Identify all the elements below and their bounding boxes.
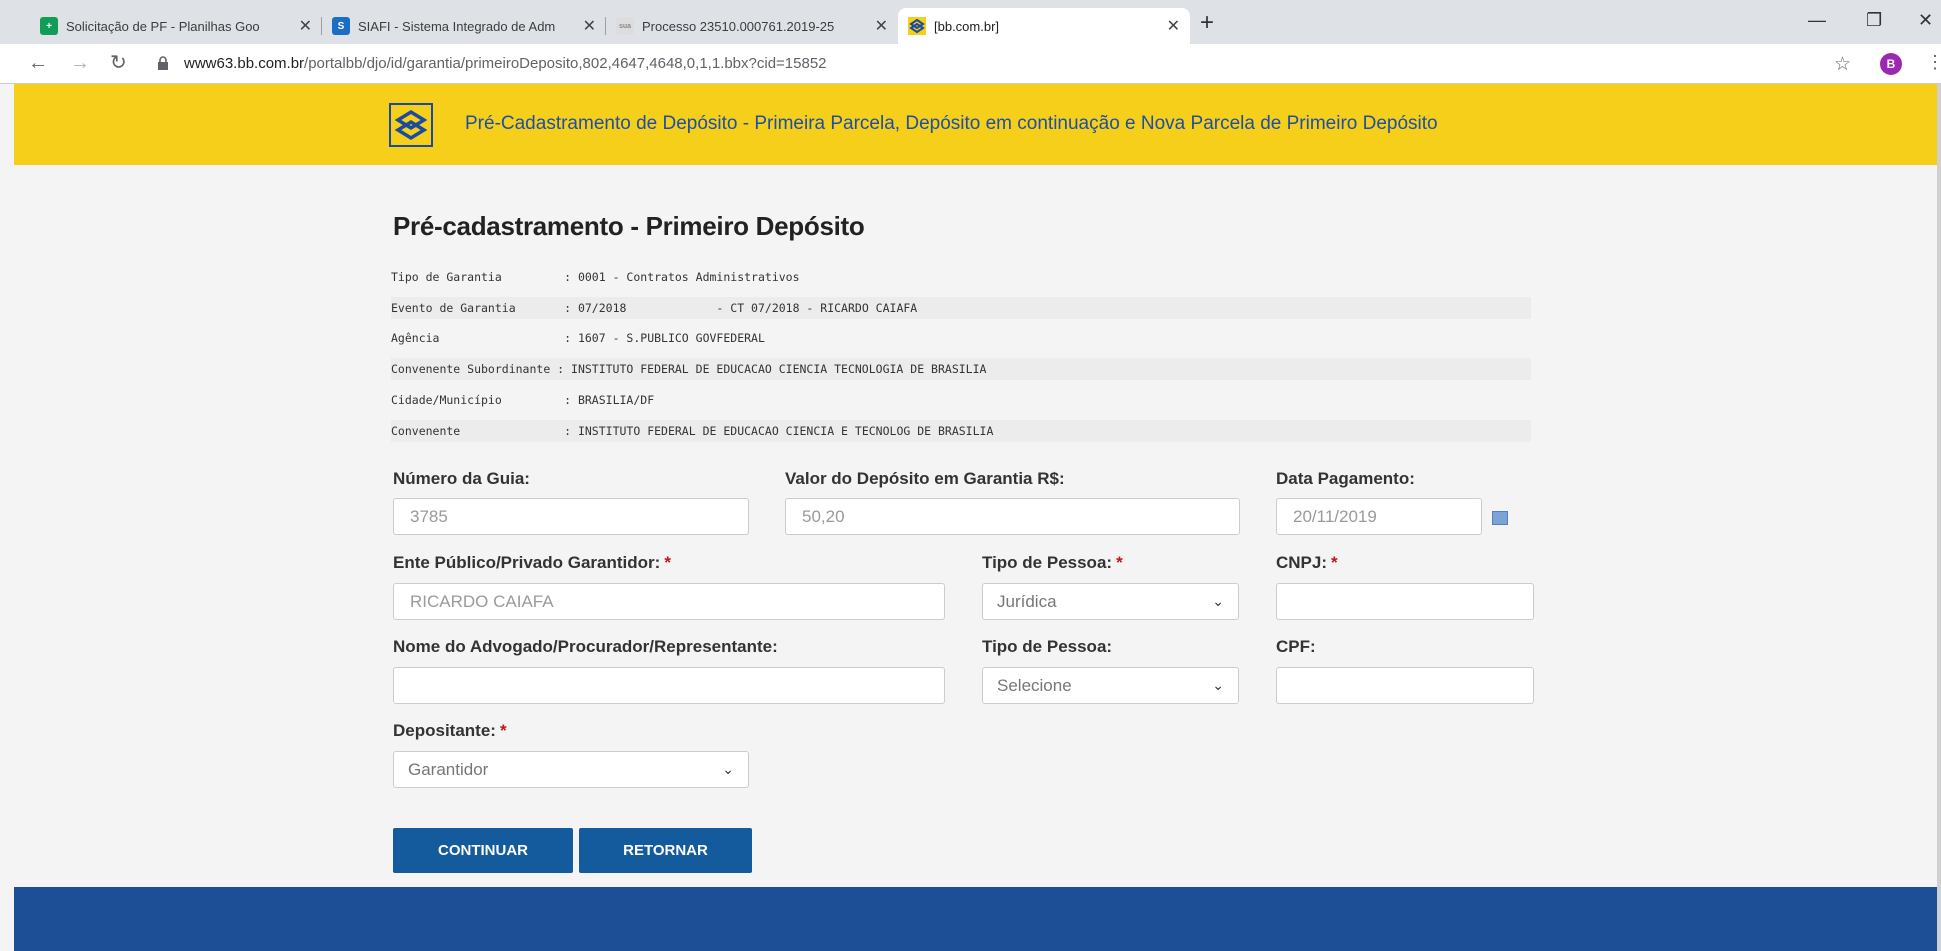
info-value: : 1607 - S.PUBLICO GOVFEDERAL xyxy=(564,331,765,345)
close-window-icon[interactable]: ✕ xyxy=(1918,10,1933,31)
data-pagamento-label: Data Pagamento: xyxy=(1276,469,1415,488)
lock-icon xyxy=(158,56,168,70)
tipo-pessoa-advogado-value: Selecione xyxy=(997,676,1072,695)
close-icon[interactable]: ✕ xyxy=(875,16,888,36)
minimize-icon[interactable]: — xyxy=(1808,10,1826,31)
tab-title: Processo 23510.000761.2019-25 xyxy=(642,18,835,34)
depositante-value: Garantidor xyxy=(408,760,489,779)
browser-tab-bb[interactable]: [bb.com.br] ✕ xyxy=(898,8,1190,44)
info-cidade-municipio: Cidade/Município : BRASILIA/DF xyxy=(391,389,1531,411)
address-bar: ← → ↻ www63.bb.com.br/portalbb/djo/id/ga… xyxy=(0,44,1941,84)
browser-tab-planilhas[interactable]: + Solicitação de PF - Planilhas Goo ✕ xyxy=(30,8,322,44)
depositante-label-text: Depositante: xyxy=(393,721,496,740)
ente-garantidor-label-text: Ente Público/Privado Garantidor: xyxy=(393,553,661,572)
continuar-button[interactable]: CONTINUAR xyxy=(393,828,573,873)
info-agencia: Agência : 1607 - S.PUBLICO GOVFEDERAL xyxy=(391,327,1531,349)
sheets-icon: + xyxy=(40,17,58,35)
browser-tab-siafi[interactable]: S SIAFI - Sistema Integrado de Adm ✕ xyxy=(322,8,606,44)
back-arrow-icon[interactable]: ← xyxy=(28,53,48,73)
info-convenente-subordinante: Convenente Subordinante : INSTITUTO FEDE… xyxy=(391,358,1531,380)
retornar-button[interactable]: RETORNAR xyxy=(579,828,752,873)
info-value: : INSTITUTO FEDERAL DE EDUCACAO CIENCIA … xyxy=(564,424,994,438)
info-label: Convenente xyxy=(391,424,551,438)
valor-deposito-field[interactable]: 50,20 xyxy=(785,498,1240,535)
url-input[interactable]: www63.bb.com.br/portalbb/djo/id/garantia… xyxy=(184,55,827,72)
required-asterisk: * xyxy=(499,721,507,740)
cpf-label: CPF: xyxy=(1276,637,1316,656)
bookmark-star-icon[interactable]: ☆ xyxy=(1834,53,1851,76)
tab-title: [bb.com.br] xyxy=(934,18,1000,34)
scrollbar[interactable] xyxy=(1937,84,1941,951)
tab-title: Solicitação de PF - Planilhas Goo xyxy=(66,18,260,34)
tab-title: SIAFI - Sistema Integrado de Adm xyxy=(358,18,556,34)
page-banner: Pré-Cadastramento de Depósito - Primeira… xyxy=(14,84,1941,165)
tipo-pessoa-label: Tipo de Pessoa: * xyxy=(982,553,1123,573)
tipo-pessoa-advogado-select[interactable]: Selecione ⌄ xyxy=(982,667,1239,704)
valor-deposito-label: Valor do Depósito em Garantia R$: xyxy=(785,469,1065,488)
info-evento-garantia: Evento de Garantia : 07/2018 - CT 07/201… xyxy=(391,297,1531,319)
reload-icon[interactable]: ↻ xyxy=(110,53,127,73)
info-convenente: Convenente : INSTITUTO FEDERAL DE EDUCAC… xyxy=(391,420,1531,442)
forward-arrow-icon[interactable]: → xyxy=(70,53,90,73)
page-footer xyxy=(14,887,1937,951)
calendar-icon[interactable] xyxy=(1492,511,1508,525)
profile-avatar[interactable]: B xyxy=(1880,53,1902,75)
info-value: : 07/2018 - CT 07/2018 - RICARDO CAIAFA xyxy=(564,301,918,315)
siafi-icon: S xyxy=(332,17,350,35)
data-pagamento-field[interactable]: 20/11/2019 xyxy=(1276,498,1482,535)
nome-advogado-field[interactable] xyxy=(393,667,945,704)
url-path: /portalbb/djo/id/garantia/primeiroDeposi… xyxy=(304,55,827,72)
required-asterisk: * xyxy=(664,553,671,572)
chevron-down-icon: ⌄ xyxy=(1212,593,1224,609)
ente-garantidor-label: Ente Público/Privado Garantidor: * xyxy=(393,553,671,573)
browser-tab-processo[interactable]: sua Processo 23510.000761.2019-25 ✕ xyxy=(606,8,898,44)
required-asterisk: * xyxy=(1116,553,1123,572)
url-host: www63.bb.com.br xyxy=(184,55,305,72)
required-asterisk: * xyxy=(1331,553,1338,572)
tipo-pessoa-label-text: Tipo de Pessoa: xyxy=(982,553,1113,572)
info-value: : 0001 - Contratos Administrativos xyxy=(564,270,800,284)
restore-icon[interactable]: ❐ xyxy=(1866,10,1882,31)
cnpj-field[interactable] xyxy=(1276,583,1534,620)
browser-tab-bar: + Solicitação de PF - Planilhas Goo ✕ S … xyxy=(0,0,1941,44)
ente-garantidor-field[interactable]: RICARDO CAIAFA xyxy=(393,583,945,620)
info-label: Convenente Subordinante xyxy=(391,362,551,376)
close-icon[interactable]: ✕ xyxy=(299,16,312,36)
depositante-label: Depositante: * xyxy=(393,721,507,741)
bb-logo-icon xyxy=(908,17,926,35)
tipo-pessoa-value: Jurídica xyxy=(997,592,1057,611)
nome-advogado-label: Nome do Advogado/Procurador/Representant… xyxy=(393,637,778,656)
info-value: : BRASILIA/DF xyxy=(564,393,655,407)
depositante-select[interactable]: Garantidor ⌄ xyxy=(393,751,749,788)
banner-title: Pré-Cadastramento de Depósito - Primeira… xyxy=(465,113,1438,134)
tipo-pessoa-select[interactable]: Jurídica ⌄ xyxy=(982,583,1239,620)
numero-guia-field[interactable]: 3785 xyxy=(393,498,749,535)
chevron-down-icon: ⌄ xyxy=(722,761,734,777)
suap-icon: sua xyxy=(616,17,634,35)
info-label: Tipo de Garantia xyxy=(391,270,551,284)
chevron-down-icon: ⌄ xyxy=(1212,677,1224,693)
info-tipo-garantia: Tipo de Garantia : 0001 - Contratos Admi… xyxy=(391,266,1531,288)
numero-guia-label: Número da Guia: xyxy=(393,469,530,488)
cnpj-label-text: CNPJ: xyxy=(1276,553,1328,572)
page-title: Pré-cadastramento - Primeiro Depósito xyxy=(393,211,865,241)
info-label: Cidade/Município xyxy=(391,393,551,407)
bb-logo xyxy=(389,103,433,147)
close-icon[interactable]: ✕ xyxy=(1167,16,1180,36)
new-tab-button[interactable]: + xyxy=(1200,11,1214,35)
menu-kebab-icon[interactable]: ⋮ xyxy=(1926,52,1941,73)
tipo-pessoa-advogado-label: Tipo de Pessoa: xyxy=(982,637,1113,656)
cpf-field[interactable] xyxy=(1276,667,1534,704)
info-label: Evento de Garantia xyxy=(391,301,551,315)
info-value: : INSTITUTO FEDERAL DE EDUCACAO CIENCIA … xyxy=(550,362,987,376)
cnpj-label: CNPJ: * xyxy=(1276,553,1338,573)
info-label: Agência xyxy=(391,331,551,345)
close-icon[interactable]: ✕ xyxy=(583,16,596,36)
